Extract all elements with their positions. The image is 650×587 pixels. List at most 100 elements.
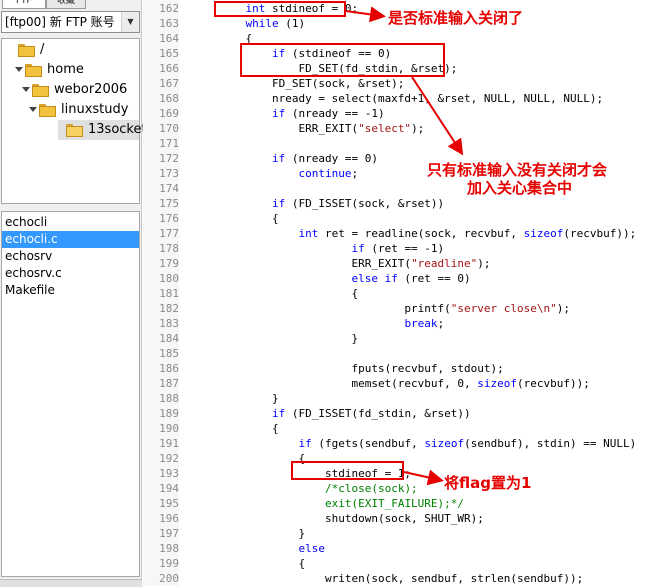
code-token: { bbox=[219, 287, 359, 300]
file-item[interactable]: echocli bbox=[2, 214, 139, 231]
line-number: 164 bbox=[159, 32, 179, 45]
tab-ftp[interactable]: FTP bbox=[2, 0, 46, 9]
file-item[interactable]: echosrv bbox=[2, 248, 139, 265]
tree-item[interactable]: linuxstudy bbox=[2, 100, 139, 120]
line-number: 169 bbox=[159, 107, 179, 120]
code-token: (fgets(sendbuf, bbox=[311, 437, 425, 450]
code-token: (recvbuf)); bbox=[517, 377, 590, 390]
code-line: { bbox=[219, 556, 305, 571]
annotation-add-to-set-line2: 加入关心集合中 bbox=[467, 179, 573, 197]
line-number: 173 bbox=[159, 167, 179, 180]
code-token: "server close\n" bbox=[450, 302, 557, 315]
code-line: ERR_EXIT("select"); bbox=[219, 121, 424, 136]
line-number: 199 bbox=[159, 557, 179, 570]
code-token: writen(sock, sendbuf, strlen(sendbuf)); bbox=[219, 572, 584, 585]
line-number: 177 bbox=[159, 227, 179, 240]
tree-item[interactable]: webor2006 bbox=[2, 80, 139, 100]
code-token: { bbox=[219, 422, 279, 435]
code-token: break bbox=[404, 317, 438, 330]
code-line: } bbox=[219, 391, 279, 406]
line-number: 195 bbox=[159, 497, 179, 510]
code-token: if bbox=[271, 152, 286, 165]
code-token: ); bbox=[556, 302, 571, 315]
code-token: else if bbox=[351, 272, 398, 285]
line-number: 192 bbox=[159, 452, 179, 465]
folder-icon bbox=[39, 104, 56, 117]
line-number: 193 bbox=[159, 467, 179, 480]
file-item[interactable]: echocli.c bbox=[2, 231, 139, 248]
code-token: (ret == -1) bbox=[364, 242, 445, 255]
tree-item-label: linuxstudy bbox=[61, 102, 129, 117]
line-number: 196 bbox=[159, 512, 179, 525]
line-number: 166 bbox=[159, 62, 179, 75]
code-token: if bbox=[298, 437, 312, 450]
highlight-box-stdineof-set bbox=[291, 461, 404, 480]
code-token: FD_SET(sock, &rset); bbox=[219, 77, 405, 90]
code-token: "select" bbox=[358, 122, 412, 135]
line-number: 200 bbox=[159, 572, 179, 585]
line-number: 167 bbox=[159, 77, 179, 90]
folder-icon bbox=[25, 64, 42, 77]
left-pane: FTP 收藏 [ftp00] 新 FTP 账号 ▼ / home webor2006… bbox=[0, 0, 147, 587]
line-number: 197 bbox=[159, 527, 179, 540]
code-token: int bbox=[298, 227, 319, 240]
annotation-stdin-closed: 是否标准输入关闭了 bbox=[388, 9, 524, 27]
account-select-label: [ftp00] 新 FTP 账号 bbox=[5, 15, 115, 29]
expand-triangle-icon[interactable] bbox=[29, 107, 37, 112]
code-token: sizeof bbox=[523, 227, 564, 240]
ftp-account-select[interactable]: [ftp00] 新 FTP 账号 ▼ bbox=[1, 11, 140, 33]
code-token: printf( bbox=[219, 302, 451, 315]
file-item[interactable]: echosrv.c bbox=[2, 265, 139, 282]
code-token: else bbox=[298, 542, 325, 555]
line-number: 189 bbox=[159, 407, 179, 420]
tab-favorites[interactable]: 收藏 bbox=[46, 0, 86, 9]
line-number: 188 bbox=[159, 392, 179, 405]
code-token: { bbox=[219, 212, 279, 225]
folder-icon bbox=[66, 124, 83, 137]
code-line: FD_SET(sock, &rset); bbox=[219, 76, 404, 91]
code-token: (nready == 0) bbox=[285, 152, 378, 165]
code-token: ; bbox=[351, 167, 359, 180]
code-token: if bbox=[271, 407, 286, 420]
code-editor[interactable]: 162 163 164 165 166 167 168 169 170 171 172 173 174 1… bbox=[143, 0, 650, 586]
code-token: ; bbox=[437, 317, 445, 330]
code-line: { bbox=[219, 211, 279, 226]
code-token: (sendbuf), stdin) == NULL) bbox=[464, 437, 637, 450]
line-number: 163 bbox=[159, 17, 179, 30]
code-token: } bbox=[219, 527, 306, 540]
directory-tree: / home webor2006 linuxstudy 13socket bbox=[1, 38, 147, 204]
tree-item-label: home bbox=[47, 62, 84, 77]
code-token: memset(recvbuf, 0, bbox=[219, 377, 478, 390]
tree-item[interactable]: home bbox=[2, 60, 139, 80]
line-number: 179 bbox=[159, 257, 179, 270]
code-token: if bbox=[271, 197, 286, 210]
tree-item[interactable]: 13socket bbox=[58, 120, 147, 140]
code-token: fputs(recvbuf, stdout); bbox=[219, 362, 504, 375]
code-token: nready = select(maxfd+1, &rset, NULL, NU… bbox=[219, 92, 604, 105]
tree-item[interactable]: / bbox=[2, 40, 139, 60]
code-line: } bbox=[219, 526, 305, 541]
chevron-down-icon[interactable]: ▼ bbox=[121, 12, 139, 32]
code-line: else if (ret == 0) bbox=[219, 271, 470, 286]
expand-triangle-icon[interactable] bbox=[15, 67, 23, 72]
code-token: ); bbox=[477, 257, 491, 270]
line-number: 180 bbox=[159, 272, 179, 285]
code-token: /*close(sock); bbox=[324, 482, 418, 495]
file-item[interactable]: Makefile bbox=[2, 282, 139, 299]
line-number-gutter: 162 163 164 165 166 167 168 169 170 171 172 173 174 1… bbox=[143, 0, 179, 586]
expand-triangle-icon[interactable] bbox=[22, 87, 30, 92]
tree-item-label: webor2006 bbox=[54, 82, 128, 97]
line-number: 175 bbox=[159, 197, 179, 210]
code-line: if (fgets(sendbuf, sizeof(sendbuf), stdi… bbox=[219, 436, 636, 451]
code-token: exit(EXIT_FAILURE);*/ bbox=[324, 497, 465, 510]
code-line: if (ret == -1) bbox=[219, 241, 444, 256]
folder-icon bbox=[18, 44, 35, 57]
code-token: sizeof bbox=[424, 437, 465, 450]
